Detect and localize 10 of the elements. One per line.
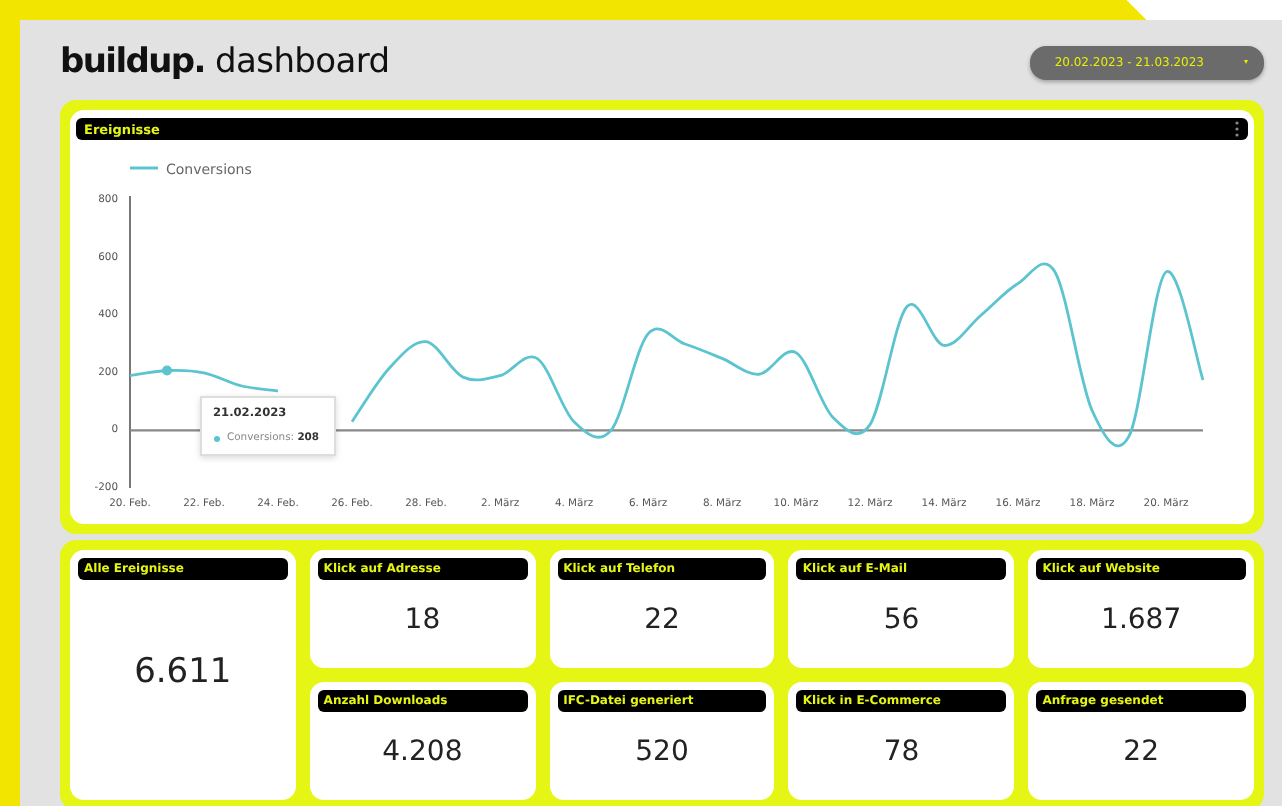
stat-value: 22 — [1121, 734, 1161, 772]
stat-value: 1.687 — [1099, 602, 1184, 640]
stat-value: 22 — [642, 602, 682, 640]
stat-value: 4.208 — [380, 734, 465, 772]
stat-value: 520 — [633, 734, 691, 772]
stat-value: 18 — [402, 602, 443, 640]
stat-value: 56 — [881, 602, 922, 640]
dashboard-title: buildup. dashboard — [60, 42, 390, 82]
stat-value: 78 — [881, 734, 922, 772]
stat-value: 6.611 — [132, 650, 234, 696]
